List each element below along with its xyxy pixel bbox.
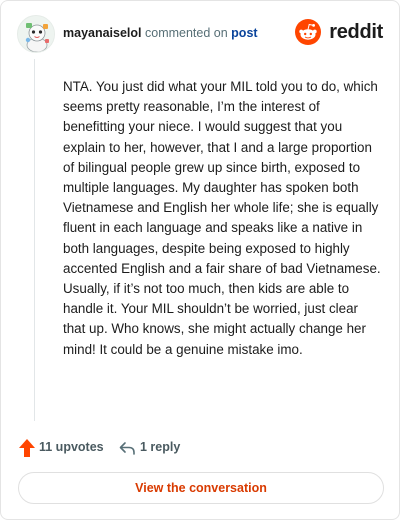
user-avatar-icon[interactable] <box>17 15 55 53</box>
brand-name: reddit <box>329 21 383 43</box>
upvote-count[interactable]: 11 upvotes <box>39 440 104 454</box>
upvote-arrow-icon[interactable] <box>19 439 35 457</box>
reply-count[interactable]: 1 reply <box>140 440 180 454</box>
view-conversation-button[interactable]: View the conversation <box>18 472 384 504</box>
reply-arrow-icon[interactable] <box>119 440 135 456</box>
comment-meta: mayanaiselol commented on post <box>63 26 258 40</box>
reddit-comment-card: mayanaiselol commented on post reddit NT… <box>0 0 400 520</box>
comment-body: NTA. You just did what your MIL told you… <box>63 79 381 357</box>
post-link[interactable]: post <box>231 26 257 40</box>
reddit-logo[interactable]: reddit <box>291 19 383 47</box>
username-link[interactable]: mayanaiselol <box>63 26 142 40</box>
comment-actions: 11 upvotes 1 reply <box>19 437 319 459</box>
thread-line <box>34 59 35 421</box>
avatar-illustration <box>18 16 54 52</box>
comment-header: mayanaiselol commented on post reddit <box>17 15 383 55</box>
action-text: commented on <box>145 26 228 40</box>
reddit-alien-icon <box>295 19 321 45</box>
